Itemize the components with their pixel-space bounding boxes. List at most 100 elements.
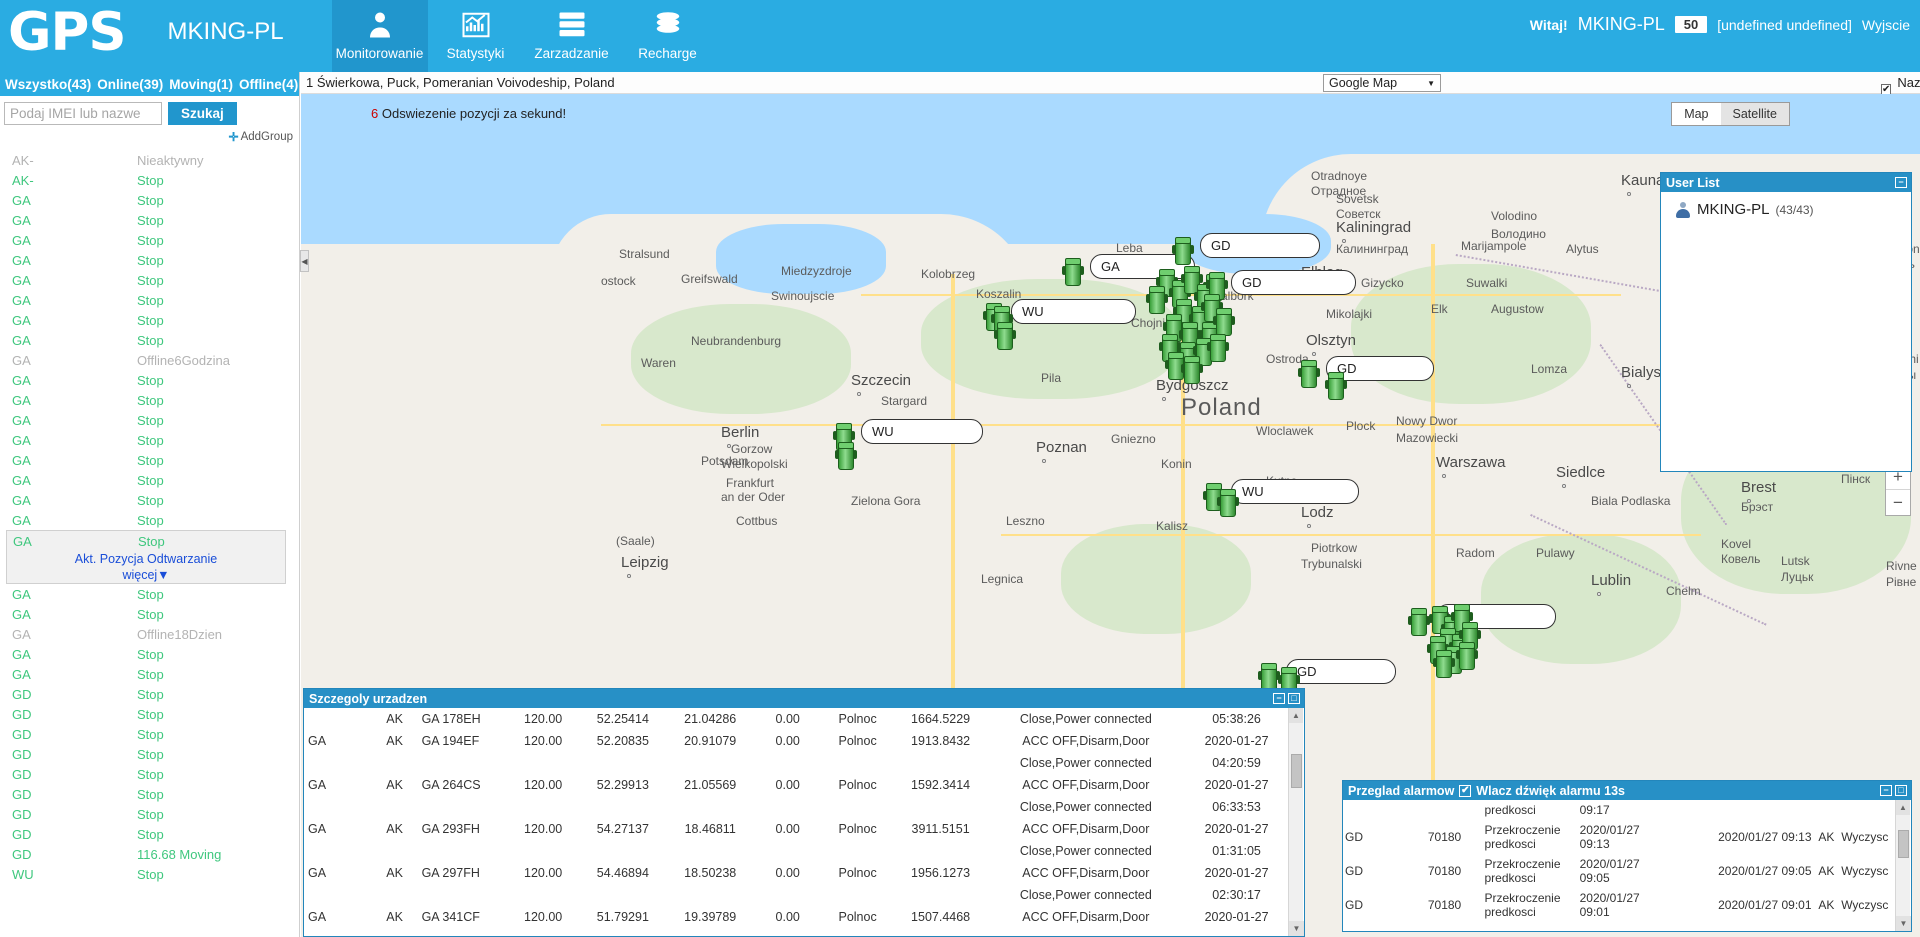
device-row[interactable]: GDStop bbox=[0, 804, 300, 824]
details-table-row[interactable]: GAAKGA 264CS120.0052.2991321.055690.00Po… bbox=[304, 774, 1289, 796]
nav-item-statystyki[interactable]: Statystyki bbox=[428, 0, 524, 72]
device-row[interactable]: GAStop bbox=[0, 450, 300, 470]
alarm-cell-clear[interactable] bbox=[1839, 800, 1895, 820]
device-row[interactable]: GAStop bbox=[0, 584, 300, 604]
details-table-row[interactable]: GAAKGA 341CF120.0051.7929119.397890.00Po… bbox=[304, 906, 1289, 928]
device-row[interactable]: GAStop bbox=[0, 604, 300, 624]
device-row[interactable]: GAStop bbox=[0, 190, 300, 210]
alarm-table-body[interactable]: predkosci09:17GD70180Przekroczenie predk… bbox=[1343, 800, 1911, 931]
device-row[interactable]: WUStop bbox=[0, 864, 300, 884]
device-row[interactable]: AK-Stop bbox=[0, 170, 300, 190]
minimize-icon[interactable]: − bbox=[1895, 177, 1907, 188]
device-row[interactable]: GDStop bbox=[0, 744, 300, 764]
filter-tab-1[interactable]: Online(39) bbox=[94, 77, 166, 92]
vehicle-marker-icon[interactable] bbox=[1207, 334, 1229, 364]
vehicle-marker-icon[interactable] bbox=[835, 442, 857, 472]
details-table-row[interactable]: GAAKGA 297FH120.0054.4689418.502380.00Po… bbox=[304, 862, 1289, 884]
minimize-icon[interactable]: − bbox=[1273, 693, 1285, 704]
device-row[interactable]: GDStop bbox=[0, 724, 300, 744]
device-row[interactable]: GAStop bbox=[0, 644, 300, 664]
search-input[interactable] bbox=[4, 102, 162, 125]
map-marker-label[interactable]: GD bbox=[1286, 659, 1396, 684]
user-list-item[interactable]: MKING-PL (43/43) bbox=[1661, 192, 1911, 218]
vehicle-marker-icon[interactable] bbox=[1298, 360, 1320, 390]
vehicle-marker-icon[interactable] bbox=[1456, 642, 1478, 672]
scroll-down-icon[interactable]: ▼ bbox=[1289, 921, 1304, 936]
device-row[interactable]: GAStop bbox=[0, 370, 300, 390]
device-row[interactable]: GAStop bbox=[0, 230, 300, 250]
device-row[interactable]: GAStop bbox=[0, 490, 300, 510]
scroll-down-icon[interactable]: ▼ bbox=[1896, 916, 1911, 931]
alarm-scrollbar[interactable]: ▲ ▼ bbox=[1895, 800, 1910, 931]
minimize-icon[interactable]: − bbox=[1880, 785, 1892, 796]
scroll-up-icon[interactable]: ▲ bbox=[1289, 708, 1303, 723]
add-group-button[interactable]: ✛ AddGroup bbox=[229, 130, 294, 144]
details-scrollbar[interactable]: ▲ ▼ bbox=[1288, 708, 1303, 936]
device-row[interactable]: AK-Nieaktywny bbox=[0, 150, 300, 170]
details-table-row[interactable]: AKGA 178EH120.0052.2541421.042860.00Poln… bbox=[304, 708, 1289, 730]
device-row[interactable]: GAStop bbox=[0, 470, 300, 490]
map-type-satellite-button[interactable]: Satellite bbox=[1721, 103, 1789, 125]
map-marker-label[interactable]: GD bbox=[1200, 233, 1320, 258]
details-table-row[interactable]: Close,Power connected04:20:59 bbox=[304, 752, 1289, 774]
details-table-row[interactable]: Close,Power connected02:30:17 bbox=[304, 884, 1289, 906]
device-row[interactable]: GDStop bbox=[0, 704, 300, 724]
details-table-row[interactable]: Close,Power connected01:31:05 bbox=[304, 840, 1289, 862]
alarm-table-row[interactable]: GD70180Przekroczenie predkosci2020/01/27… bbox=[1343, 820, 1895, 854]
maximize-icon[interactable]: □ bbox=[1895, 785, 1907, 796]
more-link[interactable]: więcej▼ bbox=[122, 568, 169, 582]
current-position-link[interactable]: Akt. Pozycja bbox=[75, 552, 144, 566]
vehicle-marker-icon[interactable] bbox=[1433, 650, 1455, 680]
nav-item-recharge[interactable]: Recharge bbox=[620, 0, 716, 72]
details-table-body[interactable]: AKGA 178EH120.0052.2541421.042860.00Poln… bbox=[304, 708, 1304, 936]
device-row[interactable]: GAStop bbox=[0, 310, 300, 330]
device-row[interactable]: GAStop bbox=[0, 210, 300, 230]
details-table-row[interactable]: Close,Power connected06:33:53 bbox=[304, 796, 1289, 818]
device-row[interactable]: GAOffline6Godzina bbox=[0, 350, 300, 370]
device-row[interactable]: GAStop bbox=[0, 510, 300, 530]
alarm-cell-clear[interactable]: Wyczysc bbox=[1839, 820, 1895, 854]
vehicle-marker-icon[interactable] bbox=[1181, 356, 1203, 386]
device-row[interactable]: GDStop bbox=[0, 784, 300, 804]
vehicle-marker-icon[interactable] bbox=[994, 322, 1016, 352]
filter-tab-0[interactable]: Wszystko(43) bbox=[2, 77, 94, 92]
map-source-select[interactable]: Google Map ▼ bbox=[1323, 74, 1441, 92]
alarm-table-row[interactable]: GD70180Przekroczenie predkosci2020/01/27… bbox=[1343, 888, 1895, 922]
vehicle-marker-icon[interactable] bbox=[1172, 237, 1194, 267]
zoom-out-button[interactable]: − bbox=[1886, 490, 1910, 515]
scroll-up-icon[interactable]: ▲ bbox=[1896, 800, 1910, 815]
map-marker-label[interactable]: WU bbox=[1231, 479, 1359, 504]
search-button[interactable]: Szukaj bbox=[168, 102, 237, 125]
device-row[interactable]: GDStop bbox=[0, 824, 300, 844]
alarm-table-row[interactable]: predkosci09:17 bbox=[1343, 800, 1895, 820]
filter-tab-2[interactable]: Moving(1) bbox=[166, 77, 236, 92]
filter-tab-3[interactable]: Offline(4) bbox=[236, 77, 301, 92]
logout-link[interactable]: Wyjscie bbox=[1862, 17, 1910, 33]
device-row[interactable]: GAStop bbox=[0, 430, 300, 450]
device-row[interactable]: GAStop bbox=[0, 290, 300, 310]
notification-count-badge[interactable]: 50 bbox=[1675, 16, 1707, 33]
alarm-cell-clear[interactable]: Wyczysc bbox=[1839, 854, 1895, 888]
device-row[interactable]: GAStop bbox=[0, 330, 300, 350]
device-row-selected[interactable]: GAStopAkt. Pozycja Odtwarzaniewięcej▼ bbox=[6, 530, 286, 584]
nav-item-zarzadzanie[interactable]: Zarzadzanie bbox=[524, 0, 620, 72]
device-row[interactable]: GAStop bbox=[0, 410, 300, 430]
vehicle-marker-icon[interactable] bbox=[1146, 286, 1168, 316]
sidebar-collapse-handle[interactable]: ◀ bbox=[300, 250, 309, 272]
vehicle-marker-icon[interactable] bbox=[1217, 489, 1239, 519]
details-table-row[interactable]: GAAKGA 293FH120.0054.2713718.468110.00Po… bbox=[304, 818, 1289, 840]
device-row[interactable]: GAStop bbox=[0, 250, 300, 270]
details-table-row[interactable]: GAAKGA 194EF120.0052.2083520.910790.00Po… bbox=[304, 730, 1289, 752]
vehicle-marker-icon[interactable] bbox=[1062, 258, 1084, 288]
maximize-icon[interactable]: □ bbox=[1288, 693, 1300, 704]
device-row[interactable]: GDStop bbox=[0, 684, 300, 704]
map-marker-label[interactable]: WU bbox=[1011, 299, 1136, 324]
scroll-thumb[interactable] bbox=[1291, 754, 1302, 788]
playback-link[interactable]: Odtwarzanie bbox=[147, 552, 217, 566]
device-row[interactable]: GAStop bbox=[0, 270, 300, 290]
device-row[interactable]: GDStop bbox=[0, 764, 300, 784]
map-marker-label[interactable]: GD bbox=[1231, 270, 1356, 295]
map-type-map-button[interactable]: Map bbox=[1672, 103, 1720, 125]
map-marker-label[interactable]: WU bbox=[861, 419, 983, 444]
alarm-table-row[interactable]: GD70180Przekroczenie predkosci2020/01/27… bbox=[1343, 854, 1895, 888]
